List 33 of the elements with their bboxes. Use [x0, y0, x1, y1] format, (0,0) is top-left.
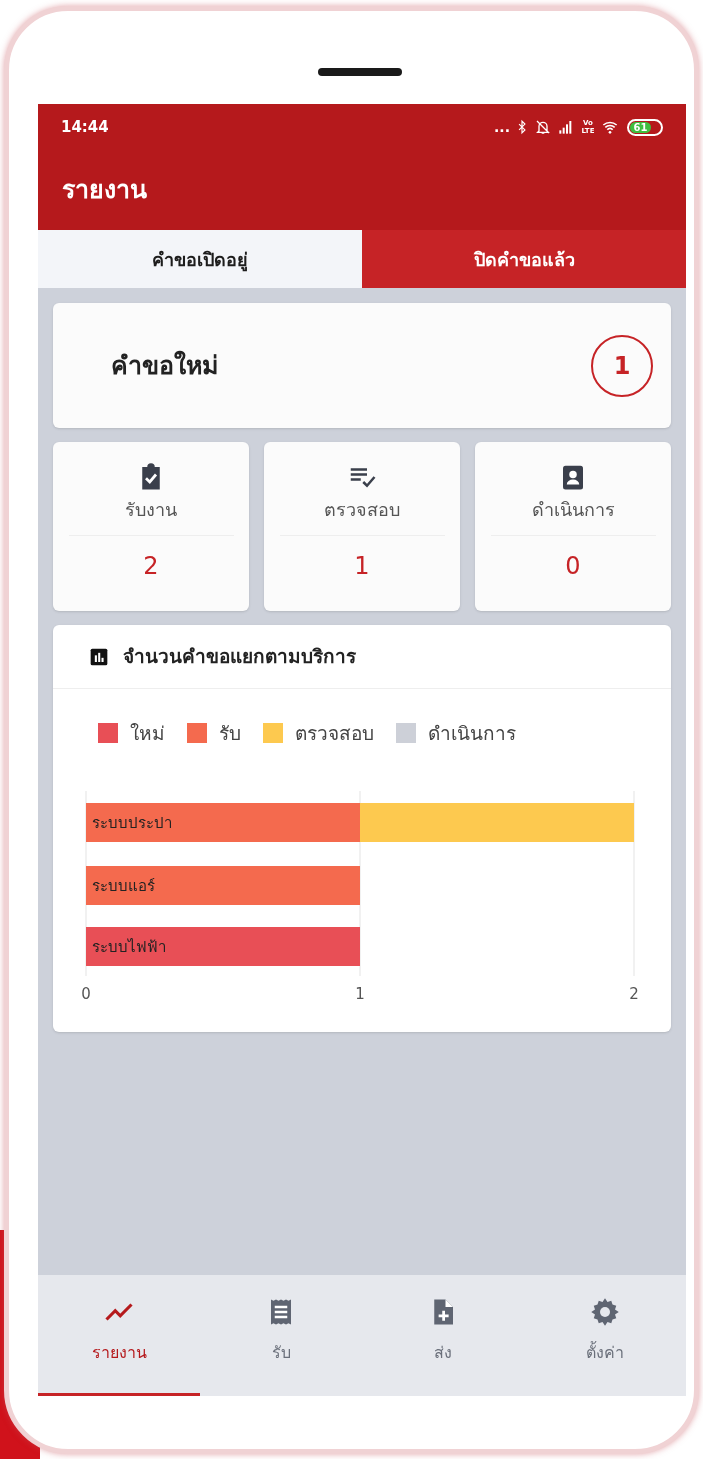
- axis-tick-label: 2: [629, 984, 639, 1003]
- nav-tab[interactable]: ตั้งค่า: [524, 1275, 686, 1396]
- legend-label: รับ: [219, 721, 241, 746]
- stat-label: ตรวจสอบ: [324, 498, 400, 522]
- tab[interactable]: ปิดคำขอแล้ว: [362, 230, 686, 288]
- count-badge: 1: [591, 334, 653, 397]
- bar-chart-icon: [89, 646, 109, 667]
- legend-label: ดำเนินการ: [428, 721, 516, 746]
- wifi-icon: [601, 119, 619, 135]
- stat-value: 0: [565, 551, 581, 582]
- page-title: รายงาน: [62, 174, 147, 207]
- category-label: ระบบไฟฟ้า: [92, 937, 166, 956]
- category-label: ระบบแอร์: [92, 876, 155, 895]
- clock-time: 14:44: [61, 116, 109, 138]
- legend-label: ใหม่: [130, 721, 165, 746]
- chart-title: จำนวนคำขอแยกตามบริการ: [123, 644, 356, 670]
- stat-label: รับงาน: [125, 498, 177, 522]
- new-requests-label: คำขอใหม่: [111, 349, 218, 382]
- nav-tab[interactable]: รายงาน: [38, 1275, 200, 1396]
- legend-label: ตรวจสอบ: [295, 721, 374, 746]
- axis-tick-label: 0: [81, 984, 91, 1003]
- tab[interactable]: คำขอเปิดอยู่: [38, 230, 362, 288]
- axis-tick-label: 1: [355, 984, 365, 1003]
- nav-tab[interactable]: รับ: [200, 1275, 362, 1396]
- settings-icon: [590, 1297, 620, 1327]
- nav-tab[interactable]: ส่ง: [362, 1275, 524, 1396]
- category-label: ระบบประปา: [92, 813, 172, 832]
- battery-level: 61: [630, 121, 651, 133]
- muted-bell-icon: [534, 119, 552, 135]
- stat-value: 1: [354, 551, 370, 582]
- stat-label: ดำเนินการ: [531, 498, 615, 522]
- stat-value: 2: [143, 551, 159, 582]
- more-indicator: ...: [494, 120, 510, 134]
